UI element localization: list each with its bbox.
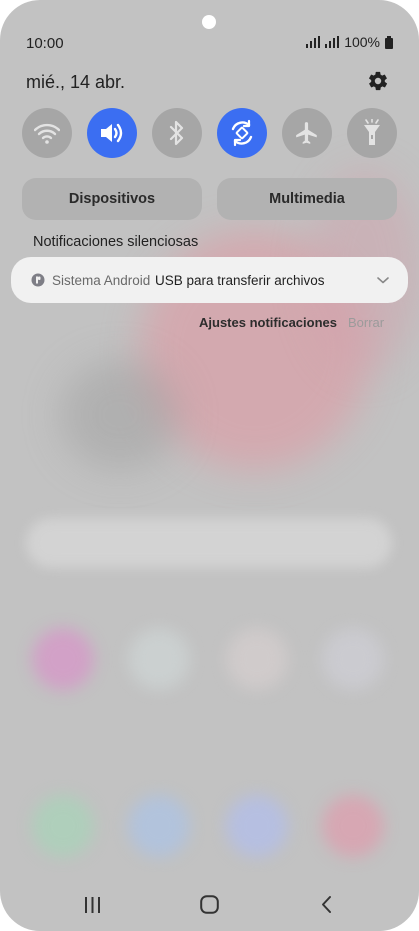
back-icon[interactable]	[320, 895, 332, 914]
front-camera	[202, 15, 216, 29]
battery-icon	[385, 35, 393, 49]
quick-settings-toggles	[22, 108, 397, 158]
background-app-icon	[128, 628, 190, 690]
silent-notifications-title: Notificaciones silenciosas	[33, 234, 199, 250]
media-label: Multimedia	[269, 191, 345, 207]
status-time: 10:00	[26, 35, 64, 52]
background-search-bar	[26, 518, 392, 568]
chevron-down-icon[interactable]	[376, 275, 390, 285]
navigation-bar	[0, 872, 419, 931]
signal-icon	[325, 36, 340, 48]
notification-shade: 10:00 100% mié., 14 abr. Dispositivos Mu…	[0, 0, 419, 931]
toggle-auto-rotate[interactable]	[217, 108, 267, 158]
toggle-bluetooth[interactable]	[152, 108, 202, 158]
header: mié., 14 abr.	[0, 68, 419, 98]
background-app-icon	[32, 628, 94, 690]
battery-percentage: 100%	[344, 34, 380, 50]
gear-icon[interactable]	[367, 70, 389, 92]
airplane-icon	[296, 122, 317, 144]
notification-text: USB para transferir archivos	[155, 273, 325, 288]
date-label: mié., 14 abr.	[26, 72, 126, 92]
background-blur	[60, 360, 180, 470]
status-icons: 100%	[306, 34, 393, 50]
speaker-icon	[101, 123, 123, 143]
clear-button[interactable]: Borrar	[348, 315, 384, 330]
background-app-icon	[226, 628, 288, 690]
media-button[interactable]: Multimedia	[217, 178, 397, 220]
background-app-icon	[128, 795, 190, 857]
notification-card[interactable]: Sistema Android USB para transferir arch…	[11, 257, 408, 303]
home-icon[interactable]	[200, 895, 219, 914]
background-app-icon	[226, 795, 288, 857]
wifi-icon	[34, 123, 60, 144]
flashlight-icon	[364, 119, 380, 145]
devices-label: Dispositivos	[68, 191, 156, 207]
notification-app-name: Sistema Android	[52, 273, 151, 288]
notification-settings-link[interactable]: Ajustes notificaciones	[199, 315, 337, 330]
background-app-icon	[32, 795, 94, 857]
toggle-flashlight[interactable]	[347, 108, 397, 158]
recents-icon[interactable]	[84, 897, 101, 913]
signal-icon	[306, 36, 321, 48]
background-app-icon	[322, 795, 384, 857]
toggle-airplane[interactable]	[282, 108, 332, 158]
toggle-sound[interactable]	[87, 108, 137, 158]
bluetooth-icon	[169, 120, 184, 146]
background-app-icon	[322, 628, 384, 690]
toggle-wifi[interactable]	[22, 108, 72, 158]
android-system-icon	[31, 273, 45, 287]
devices-button[interactable]: Dispositivos	[22, 178, 202, 220]
rotate-icon	[231, 119, 253, 147]
status-bar: 10:00 100%	[0, 28, 419, 58]
